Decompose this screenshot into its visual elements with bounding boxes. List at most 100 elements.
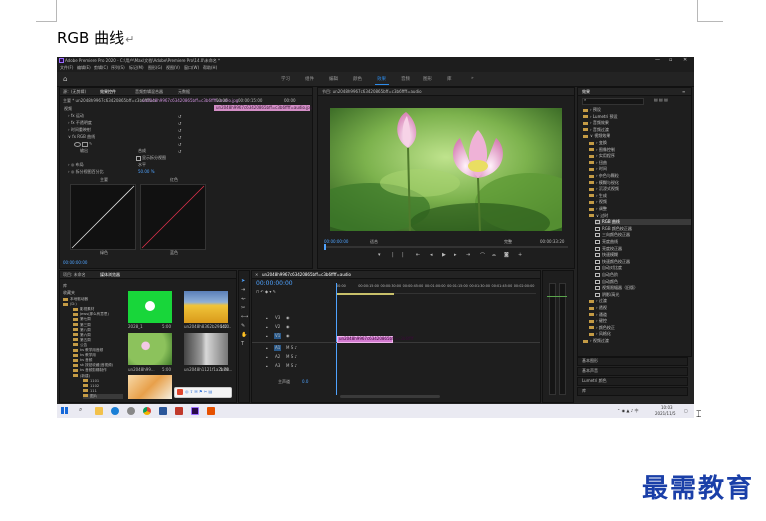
extract-icon[interactable]: ⌓ (492, 252, 496, 258)
work-area-bar[interactable] (336, 293, 394, 295)
playhead-marker[interactable] (324, 244, 326, 250)
workspace-tab-color[interactable]: 颜色 (353, 76, 362, 82)
ripple-edit-tool-icon[interactable]: ⟛ (241, 295, 248, 304)
effects-search-input[interactable] (582, 98, 644, 105)
lift-icon[interactable]: ⌒ (480, 252, 485, 259)
effects-tree-item[interactable]: 快速颜色校正器 (595, 259, 630, 265)
track-header[interactable]: 🔒︎ A1 M S ♪ (252, 345, 336, 353)
menu-file[interactable]: 文件(F) (60, 65, 73, 71)
word-icon[interactable] (159, 407, 167, 415)
thumb-1[interactable] (128, 291, 172, 323)
effects-tree-item[interactable]: › 杂色与颗粒 (589, 173, 619, 179)
tool-icons[interactable]: ➤ ⇥ ⟛ ✂ ⟷ ✎ ✋ T (241, 277, 248, 349)
workspace-tab-graphics[interactable]: 图形 (423, 76, 432, 82)
track-lock-icon[interactable]: 🔒︎ (266, 315, 268, 321)
workspace-tab-effects[interactable]: 效果 (377, 76, 386, 82)
effects-tree-item[interactable]: › 键控 (589, 318, 607, 324)
track-header[interactable]: 🔒︎ V3 ◉ (252, 315, 336, 323)
effects-tree-item[interactable]: › 预设 (583, 107, 601, 113)
effects-tree-item[interactable]: › 音频过渡 (583, 127, 609, 133)
ec-row-layout[interactable]: › ◎ 布局 (68, 162, 84, 168)
program-quality-select[interactable]: 完整 (504, 239, 512, 245)
ec-layout-value[interactable]: 水平 (138, 162, 146, 168)
close-button[interactable]: ✕ (683, 57, 687, 63)
ec-row-motion[interactable]: › fx 运动 (68, 113, 84, 119)
track-header[interactable]: 🔒︎ A3 M S ♪ (252, 363, 336, 371)
libraries-panel[interactable]: 库 (577, 387, 688, 396)
effects-tree-item[interactable]: › 实用程序 (589, 153, 615, 159)
eye-icon[interactable]: ◉ (286, 315, 290, 321)
track-header[interactable]: 🔒︎ V2 ◉ (252, 324, 336, 332)
red-curve-graph[interactable] (140, 184, 206, 250)
track-lock-icon[interactable]: 🔒︎ (266, 345, 268, 351)
effects-menu-icon[interactable]: ≡ (682, 89, 685, 95)
app2-icon[interactable] (207, 407, 215, 415)
pen-tool-icon[interactable]: ✎ (241, 322, 248, 331)
go-to-out-icon[interactable]: ⇥ (466, 252, 470, 258)
track-lock-icon[interactable]: 🔒︎ (266, 324, 268, 330)
effects-tree-item[interactable]: 自动对比度 (595, 265, 622, 271)
mute-solo-icons[interactable]: M S ♪ (286, 354, 297, 360)
ec-split-percent-value[interactable]: 50.00 % (138, 169, 155, 175)
mute-solo-icons[interactable]: M S ♪ (286, 345, 297, 351)
filter-icons[interactable]: ▤ ▤ ▤ (654, 97, 668, 103)
effects-tree-item[interactable]: › 过渡 (589, 298, 607, 304)
file-explorer-icon[interactable] (95, 407, 103, 415)
popup-icons[interactable]: ◎ ⇧ ✉ ⚑ ✂ ▤ (185, 389, 212, 395)
play-icon[interactable]: ▶ (442, 252, 446, 258)
lumetri-color-panel[interactable]: Lumetri 颜色 (577, 377, 688, 386)
bin-libraries[interactable]: 库 (63, 283, 67, 289)
track-lock-icon[interactable]: 🔒︎ (266, 363, 268, 369)
effects-tree-item[interactable]: 自动颜色 (595, 279, 618, 285)
track-lock-icon[interactable]: 🔒︎ (266, 333, 268, 339)
slip-tool-icon[interactable]: ⟷ (241, 313, 248, 322)
effects-tree-item[interactable]: › 时间 (589, 166, 607, 172)
hand-tool-icon[interactable]: ✋ (241, 331, 248, 340)
step-back-icon[interactable]: ◂ (430, 252, 433, 258)
tab-metadata[interactable]: 元数据 (178, 89, 190, 95)
effects-tree-item[interactable]: 自动色阶 (595, 272, 618, 278)
mask-ellipse-icon[interactable] (74, 142, 81, 147)
effects-tree-item[interactable]: › 颜色校正 (589, 325, 615, 331)
windows-start-icon[interactable] (61, 407, 68, 414)
search-taskbar-icon[interactable]: ⌕ (79, 407, 82, 413)
effects-tree-item[interactable]: ∨ 视频效果 (583, 133, 610, 139)
effects-tree-item[interactable]: › 调整 (589, 206, 607, 212)
track-header[interactable]: 🔒︎ V1 ◉ (252, 333, 336, 341)
track-lock-icon[interactable]: 🔒︎ (266, 354, 268, 360)
menu-graphics[interactable]: 图形(G) (148, 65, 162, 71)
maximize-button[interactable]: ▫ (669, 57, 672, 63)
essential-graphics-panel[interactable]: 基本图形 (577, 357, 688, 366)
effects-tree-item[interactable]: ∨ 过时 (589, 213, 608, 219)
effects-tree-item[interactable]: › 通道 (589, 312, 607, 318)
eye-icon[interactable]: ◉ (286, 333, 290, 339)
menu-view[interactable]: 视图(V) (166, 65, 180, 71)
effects-tree-item[interactable]: › 沉浸式视频 (589, 186, 619, 192)
mute-solo-icons[interactable]: M S ♪ (286, 363, 297, 369)
notification-icon[interactable]: ▢ (684, 408, 688, 414)
premiere-taskbar-icon[interactable] (191, 407, 199, 415)
effects-tree-item[interactable]: › 风格化 (589, 331, 611, 337)
program-fit-select[interactable]: 适合 (370, 239, 378, 245)
effects-tree-item[interactable]: RGB 曲线 (595, 219, 691, 226)
mask-pen-icon[interactable]: ✎ (89, 141, 92, 146)
workspace-tab-editing[interactable]: 编辑 (329, 76, 338, 82)
settings-icon[interactable] (127, 407, 135, 415)
master-curve-graph[interactable] (70, 184, 136, 250)
effects-tree-item[interactable]: › 模糊与锐化 (589, 180, 619, 186)
effects-tree-item[interactable]: › 透视 (589, 305, 607, 311)
menu-help[interactable]: 帮助(H) (203, 65, 217, 71)
close-sequence-icon[interactable]: ✕ (255, 272, 258, 278)
effects-tree-item[interactable]: › 视频过渡 (583, 338, 609, 344)
type-tool-icon[interactable]: T (241, 340, 248, 349)
tab-media-browser[interactable]: 媒体浏览器 (100, 272, 120, 278)
program-scrub-bar[interactable] (324, 244, 568, 250)
effects-tree-item[interactable]: 三向颜色校正器 (595, 232, 630, 238)
ec-output-value[interactable]: 合成 (138, 148, 146, 154)
app-icon[interactable] (175, 407, 183, 415)
chrome-icon[interactable] (143, 407, 151, 415)
workspace-more-icon[interactable]: » (471, 76, 474, 81)
thumb-4[interactable] (184, 333, 228, 365)
minimize-button[interactable]: — (655, 57, 660, 63)
selection-tool-icon[interactable]: ➤ (241, 277, 248, 286)
